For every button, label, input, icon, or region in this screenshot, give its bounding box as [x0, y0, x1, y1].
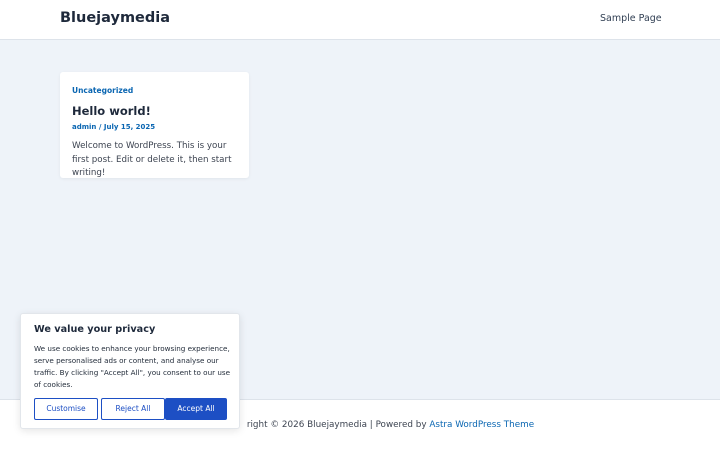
cookie-banner-title: We value your privacy — [34, 324, 156, 335]
post-meta-separator: / — [96, 123, 104, 131]
cookie-banner-text: We use cookies to enhance your browsing … — [34, 344, 231, 389]
customise-button[interactable]: Customise — [34, 398, 98, 420]
cookie-consent-banner: We value your privacy We use cookies to … — [20, 313, 240, 429]
accept-all-button[interactable]: Accept All — [165, 398, 227, 420]
post-date-link[interactable]: July 15, 2025 — [104, 123, 155, 131]
post-category-link[interactable]: Uncategorized — [72, 86, 133, 95]
site-header: Bluejaymedia Sample Page — [0, 0, 720, 40]
post-title-link[interactable]: Hello world! — [72, 104, 151, 118]
nav-item-sample-page[interactable]: Sample Page — [600, 13, 662, 24]
site-title[interactable]: Bluejaymedia — [60, 10, 170, 26]
post-meta: admin / July 15, 2025 — [72, 123, 155, 131]
post-card: Uncategorized Hello world! admin / July … — [60, 72, 249, 178]
footer-theme-link[interactable]: Astra WordPress Theme — [429, 420, 534, 430]
reject-all-button[interactable]: Reject All — [101, 398, 165, 420]
post-author-link[interactable]: admin — [72, 123, 96, 131]
footer-copyright-text: right © 2026 Bluejaymedia | Powered by — [246, 420, 430, 430]
post-excerpt: Welcome to WordPress. This is your first… — [72, 141, 232, 178]
